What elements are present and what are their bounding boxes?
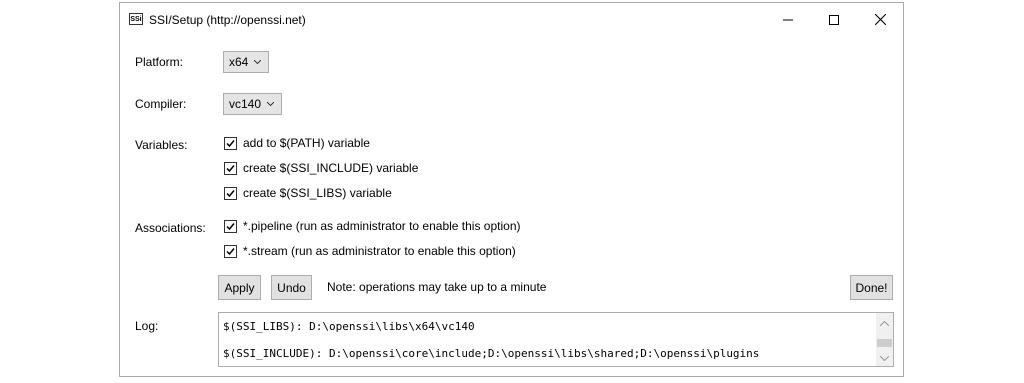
log-line: $(SSI_LIBS): D:\openssi\libs\x64\vc140 (223, 320, 475, 333)
maximize-icon (829, 14, 839, 25)
chevron-down-icon[interactable] (879, 350, 890, 364)
pipeline-association-checkbox[interactable]: *.pipeline (run as administrator to enab… (224, 219, 521, 233)
undo-button[interactable]: Undo (271, 275, 312, 300)
chevron-down-icon (267, 102, 275, 106)
checkbox-checked-icon (224, 219, 237, 233)
apply-button[interactable]: Apply (218, 275, 261, 300)
log-scrollbar[interactable] (876, 313, 893, 366)
app-icon: SSi (129, 13, 143, 25)
checkbox-label: add to $(PATH) variable (243, 136, 370, 150)
setup-window: SSi SSI/Setup (http://openssi.net) Platf… (119, 2, 904, 377)
chevron-down-icon (254, 60, 262, 64)
platform-label: Platform: (135, 55, 184, 69)
log-line: $(SSI_INCLUDE): D:\openssi\core\include;… (223, 347, 760, 360)
compiler-label: Compiler: (135, 97, 187, 111)
scrollbar-thumb[interactable] (877, 339, 892, 347)
log-label: Log: (135, 319, 159, 333)
associations-label: Associations: (135, 221, 206, 235)
stream-association-checkbox[interactable]: *.stream (run as administrator to enable… (224, 244, 516, 258)
checkbox-checked-icon (224, 136, 237, 150)
close-button[interactable] (857, 3, 903, 36)
close-icon (874, 14, 886, 25)
compiler-select[interactable]: vc140 (223, 93, 282, 115)
checkbox-checked-icon (224, 161, 237, 175)
checkbox-label: *.stream (run as administrator to enable… (243, 244, 516, 258)
variables-label: Variables: (135, 138, 188, 152)
include-variable-checkbox[interactable]: create $(SSI_INCLUDE) variable (224, 161, 418, 175)
minimize-button[interactable] (765, 3, 811, 36)
compiler-value: vc140 (229, 97, 262, 111)
window-title: SSI/Setup (http://openssi.net) (149, 13, 306, 27)
minimize-icon (783, 19, 793, 20)
chevron-up-icon[interactable] (879, 315, 890, 329)
checkbox-label: create $(SSI_INCLUDE) variable (243, 161, 419, 175)
operation-note: Note: operations may take up to a minute (327, 280, 547, 294)
platform-select[interactable]: x64 (223, 51, 269, 73)
checkbox-label: create $(SSI_LIBS) variable (243, 186, 392, 200)
checkbox-label: *.pipeline (run as administrator to enab… (243, 219, 521, 233)
maximize-button[interactable] (811, 3, 857, 36)
title-bar[interactable]: SSi SSI/Setup (http://openssi.net) (120, 3, 903, 36)
done-button[interactable]: Done! (850, 275, 893, 300)
platform-value: x64 (229, 55, 249, 69)
libs-variable-checkbox[interactable]: create $(SSI_LIBS) variable (224, 186, 392, 200)
checkbox-checked-icon (224, 186, 237, 200)
log-textbox[interactable]: $(SSI_LIBS): D:\openssi\libs\x64\vc140 $… (218, 312, 894, 367)
path-variable-checkbox[interactable]: add to $(PATH) variable (224, 136, 370, 150)
checkbox-checked-icon (224, 244, 237, 258)
